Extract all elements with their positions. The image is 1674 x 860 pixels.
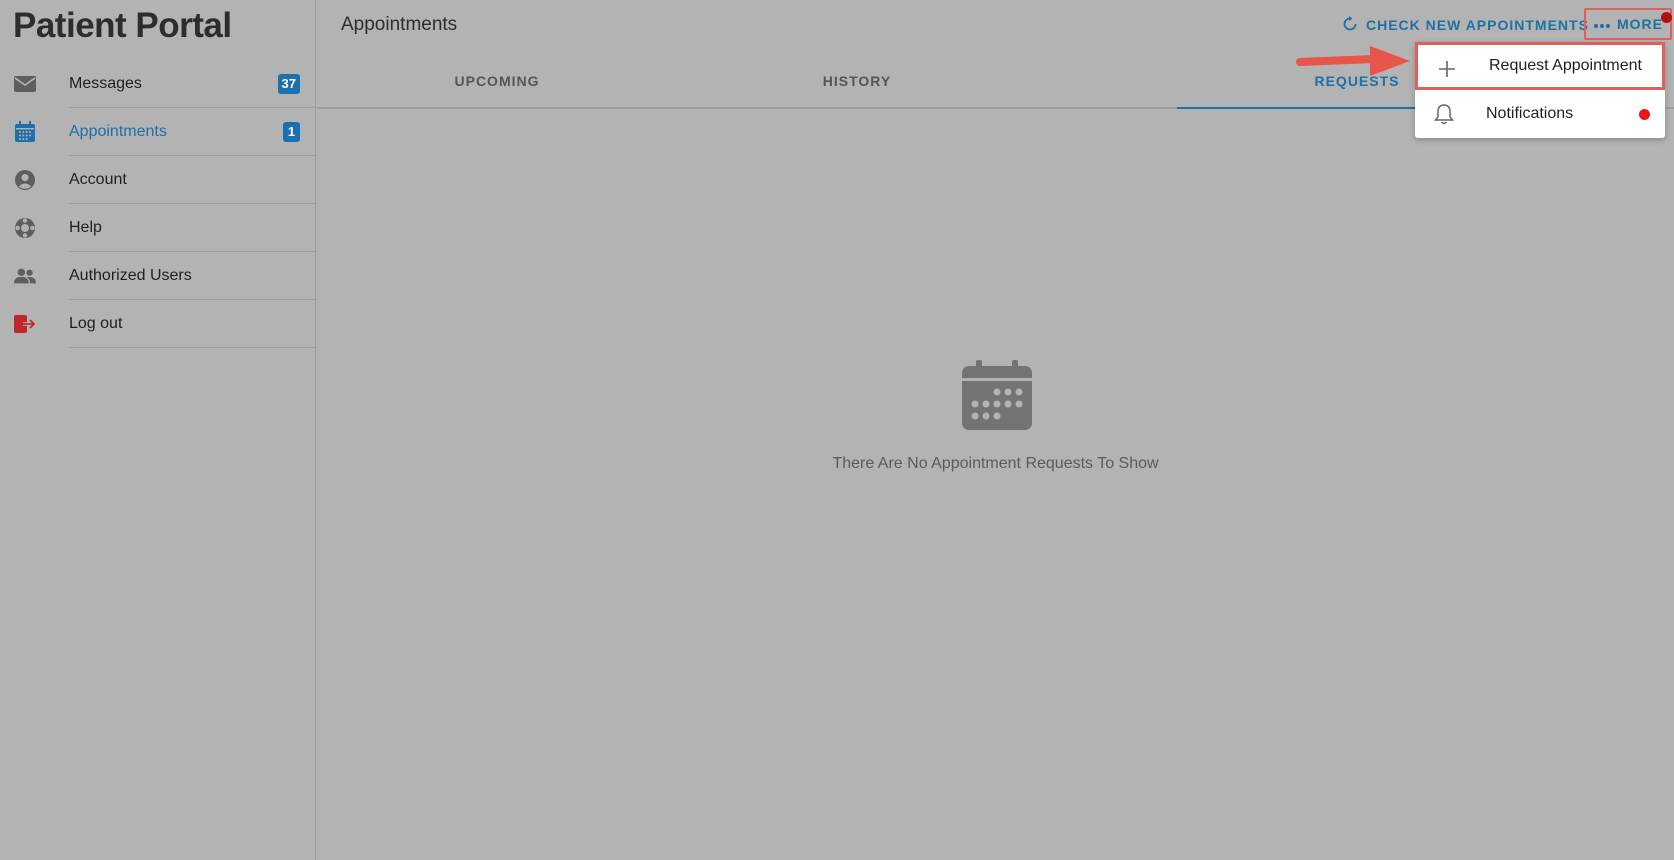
check-new-appointments-button[interactable]: CHECK NEW APPOINTMENTS <box>1342 14 1589 36</box>
refresh-icon <box>1342 15 1358 35</box>
calendar-icon <box>14 121 36 143</box>
notifications-label: Notifications <box>1486 105 1574 122</box>
notification-indicator-dot <box>1639 109 1650 120</box>
notifications-menu-item[interactable]: Notifications <box>1415 90 1665 138</box>
sidebar-item-help[interactable]: Help <box>0 204 316 252</box>
more-label: MORE <box>1617 16 1663 32</box>
divider <box>69 347 316 348</box>
user-circle-icon <box>14 169 36 191</box>
sidebar-nav: Messages 37 Appointments 1 Account Help … <box>0 60 316 348</box>
users-icon <box>14 265 36 287</box>
sidebar-item-label: Account <box>69 171 127 188</box>
calendar-icon <box>961 360 1033 432</box>
sidebar-item-account[interactable]: Account <box>0 156 316 204</box>
bell-icon <box>1433 103 1455 125</box>
ellipsis-icon <box>1593 16 1611 32</box>
sidebar-item-logout[interactable]: Log out <box>0 300 316 348</box>
plus-icon <box>1436 58 1458 80</box>
request-appointment-label: Request Appointment <box>1489 57 1642 74</box>
tab-history[interactable]: HISTORY <box>677 58 1037 107</box>
sidebar-item-appointments[interactable]: Appointments 1 <box>0 108 316 156</box>
sidebar-item-authorized-users[interactable]: Authorized Users <box>0 252 316 300</box>
more-button[interactable]: MORE <box>1584 8 1672 40</box>
sidebar-item-label: Appointments <box>69 123 167 140</box>
tab-upcoming[interactable]: UPCOMING <box>317 58 677 107</box>
sidebar-item-messages[interactable]: Messages 37 <box>0 60 316 108</box>
logout-icon <box>14 313 36 335</box>
page-title: Appointments <box>341 14 458 35</box>
unread-count-badge: 37 <box>277 74 300 94</box>
more-notification-dot <box>1661 12 1672 23</box>
empty-state-message: There Are No Appointment Requests To Sho… <box>832 455 1159 472</box>
more-dropdown-menu: Request Appointment Notifications <box>1415 42 1665 138</box>
envelope-icon <box>14 73 36 95</box>
check-new-appointments-label: CHECK NEW APPOINTMENTS <box>1366 17 1589 33</box>
appointments-count-badge: 1 <box>283 122 300 142</box>
sidebar-item-label: Log out <box>69 315 123 332</box>
sidebar: Patient Portal Messages 37 Appointments … <box>0 0 316 860</box>
arrow-icon <box>1296 42 1412 82</box>
app-title: Patient Portal <box>13 6 232 45</box>
lifebuoy-icon <box>14 217 36 239</box>
sidebar-item-label: Help <box>69 219 102 236</box>
sidebar-item-label: Authorized Users <box>69 267 192 284</box>
sidebar-item-label: Messages <box>69 75 142 92</box>
request-appointment-menu-item[interactable]: Request Appointment <box>1415 42 1665 90</box>
